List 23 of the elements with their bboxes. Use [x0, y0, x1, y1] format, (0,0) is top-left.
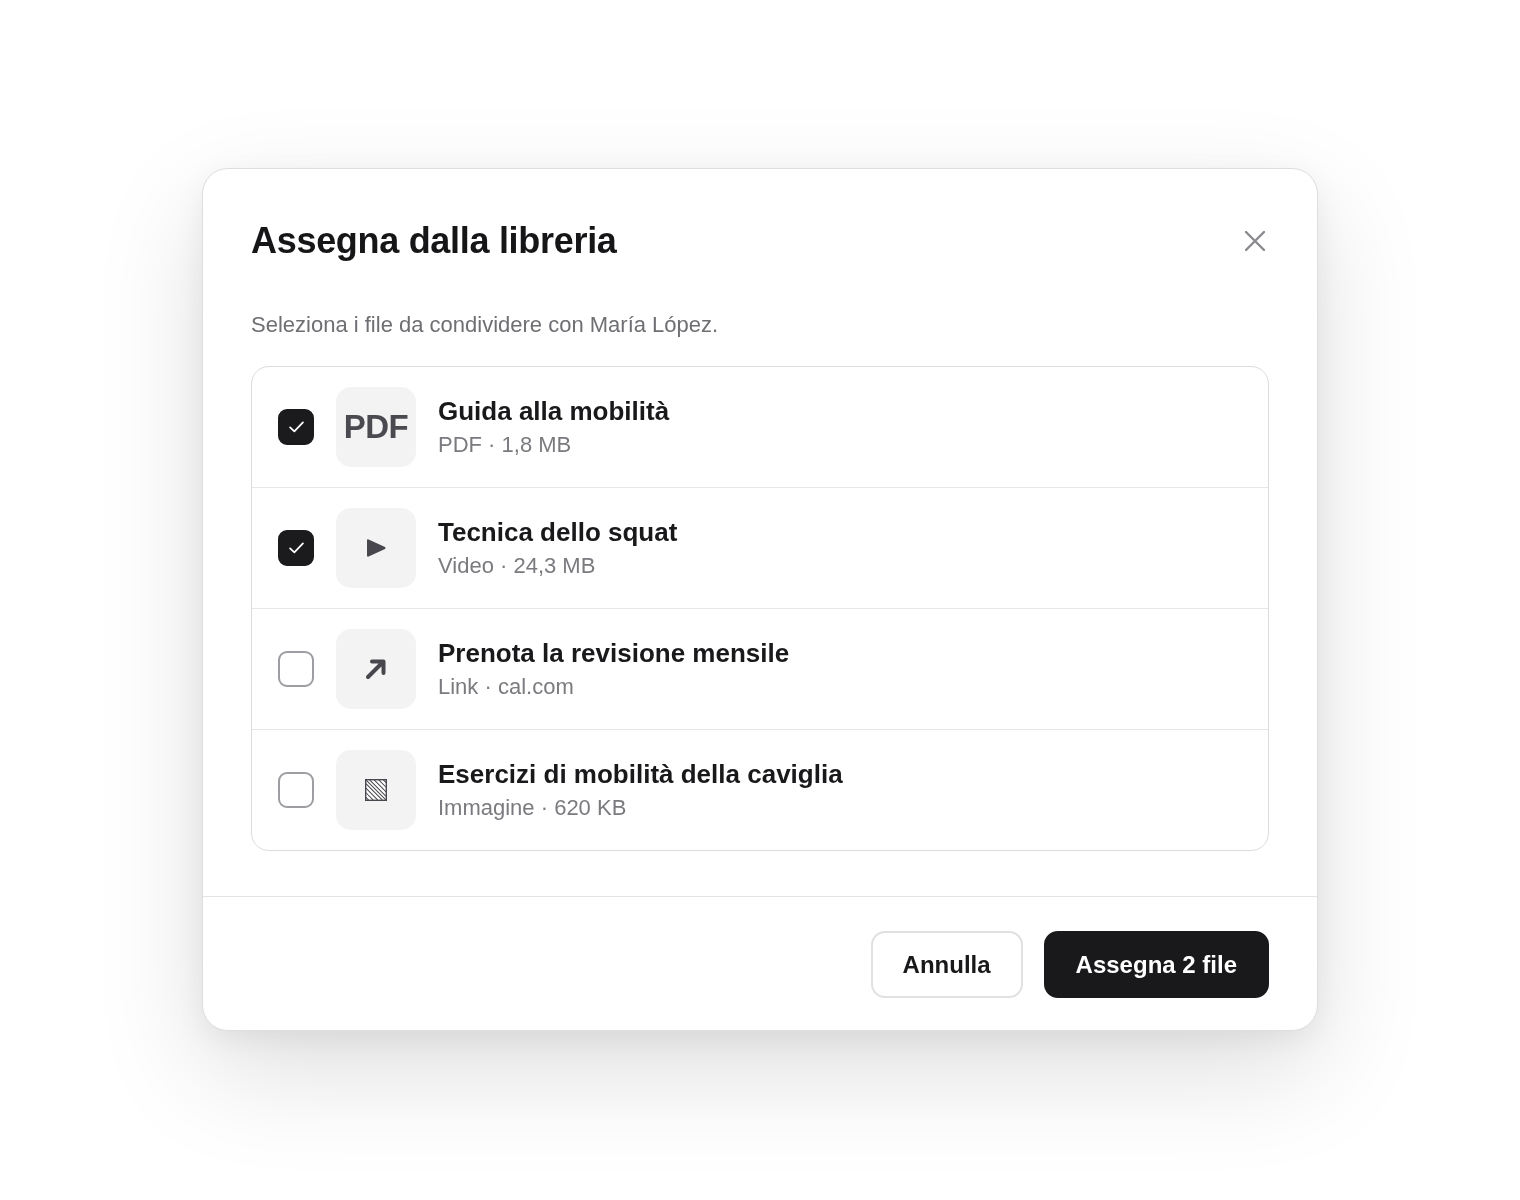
checkbox[interactable] [278, 651, 314, 687]
assign-button[interactable]: Assegna 2 file [1043, 931, 1269, 998]
file-title: Prenota la revisione mensile [438, 637, 790, 670]
check-icon [288, 542, 304, 554]
file-title: Tecnica dello squat [438, 516, 678, 549]
check-icon [288, 421, 304, 433]
file-meta: PDF · 1,8 MB [438, 431, 572, 459]
file-meta: Immagine · 620 KB [438, 794, 627, 822]
file-type-tile: PDF [336, 387, 416, 467]
close-button[interactable] [1243, 229, 1267, 253]
cancel-button[interactable]: Annulla [870, 931, 1023, 998]
image-icon [336, 750, 416, 830]
file-title: Guida alla mobilità [438, 395, 670, 428]
dialog-title: Assegna dalla libreria [251, 219, 617, 263]
checkbox[interactable] [278, 530, 314, 566]
dialog-description: Seleziona i file da condividere con María López. [251, 311, 720, 339]
file-meta: Link · cal.com [438, 673, 574, 701]
checkbox[interactable] [278, 409, 314, 445]
close-icon [1245, 231, 1265, 251]
file-meta: Video · 24,3 MB [438, 552, 596, 580]
file-title: Esercizi di mobilità della caviglia [438, 758, 843, 791]
checkbox[interactable] [278, 772, 314, 808]
play-icon [336, 508, 416, 588]
